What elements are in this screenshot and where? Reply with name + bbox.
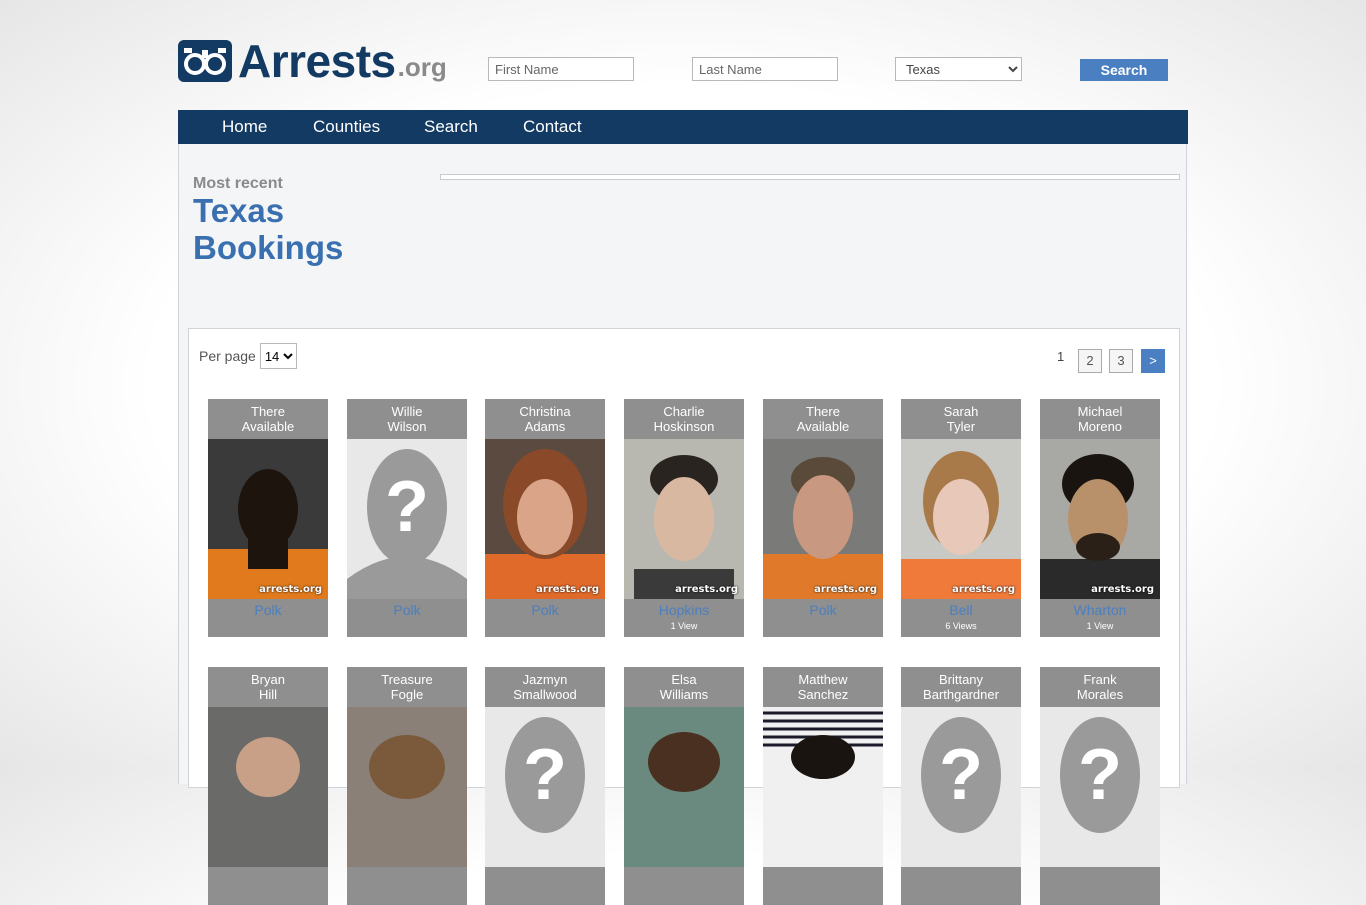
booking-card[interactable]: Brittany Barthgardner ? <box>901 667 1021 905</box>
county-link[interactable]: Polk <box>485 602 605 618</box>
mugshot-photo[interactable] <box>208 707 328 867</box>
nav-contact[interactable]: Contact <box>523 110 582 143</box>
watermark: arrests.org <box>536 584 599 595</box>
booking-name: Christina Adams <box>519 404 571 434</box>
handcuffs-logo-icon <box>178 40 232 82</box>
page-3-button[interactable]: 3 <box>1109 349 1133 373</box>
no-photo-placeholder[interactable]: ? <box>1040 707 1160 867</box>
booking-card[interactable]: Bryan Hill <box>208 667 328 905</box>
last-name-input[interactable] <box>692 57 838 81</box>
booking-name: There Available <box>241 404 295 434</box>
most-recent-label: Most recent <box>193 175 283 192</box>
mugshot-photo[interactable]: arrests.org <box>208 439 328 599</box>
booking-name: Matthew Sanchez <box>797 672 849 702</box>
svg-text:?: ? <box>385 467 429 547</box>
booking-name: Frank Morales <box>1076 672 1124 702</box>
booking-card[interactable]: Matthew Sanchez <box>763 667 883 905</box>
booking-card[interactable]: Frank Morales ? <box>1040 667 1160 905</box>
title-line-1: Texas <box>193 192 285 229</box>
booking-card[interactable]: Michael Moreno arrests.org Wharton 1 View <box>1040 399 1160 637</box>
view-count: 1 View <box>670 621 698 631</box>
county-link[interactable]: Wharton <box>1040 602 1160 618</box>
booking-card[interactable]: Sarah Tyler arrests.org Bell 6 Views <box>901 399 1021 637</box>
booking-name: Sarah Tyler <box>943 404 979 434</box>
county-link[interactable]: Polk <box>208 602 328 618</box>
booking-name: Jazmyn Smallwood <box>513 672 577 702</box>
view-count: 1 View <box>1086 621 1114 631</box>
county-link[interactable]: Hopkins <box>624 602 744 618</box>
next-page-button[interactable]: > <box>1141 349 1165 373</box>
booking-card[interactable]: Willie Wilson ? Polk <box>347 399 467 637</box>
mugshot-photo[interactable] <box>347 707 467 867</box>
no-photo-placeholder[interactable]: ? <box>347 439 467 599</box>
nav-counties[interactable]: Counties <box>313 110 380 143</box>
first-name-input[interactable] <box>488 57 634 81</box>
mugshot-photo[interactable] <box>624 707 744 867</box>
booking-card[interactable]: Treasure Fogle <box>347 667 467 905</box>
no-photo-placeholder[interactable]: ? <box>485 707 605 867</box>
mugshot-photo[interactable]: arrests.org <box>1040 439 1160 599</box>
booking-card[interactable]: There Available arrests.org Polk <box>208 399 328 637</box>
booking-name: Charlie Hoskinson <box>653 404 715 434</box>
county-link[interactable]: Polk <box>763 602 883 618</box>
watermark: arrests.org <box>675 584 738 595</box>
mugshot-photo[interactable]: arrests.org <box>624 439 744 599</box>
per-page-control: Per page 14 <box>199 343 297 369</box>
watermark: arrests.org <box>1091 584 1154 595</box>
nav-search[interactable]: Search <box>424 110 478 143</box>
booking-name: Willie Wilson <box>387 404 427 434</box>
page-2-button[interactable]: 2 <box>1078 349 1102 373</box>
search-button[interactable]: Search <box>1080 59 1168 81</box>
booking-name: Brittany Barthgardner <box>923 672 999 702</box>
booking-name: Bryan Hill <box>251 672 285 702</box>
booking-name: There Available <box>796 404 850 434</box>
booking-name: Elsa Williams <box>659 672 709 702</box>
booking-name: Treasure Fogle <box>381 672 433 702</box>
state-select[interactable]: Texas <box>895 57 1022 81</box>
watermark: arrests.org <box>814 584 877 595</box>
booking-card[interactable]: Christina Adams arrests.org Polk <box>485 399 605 637</box>
main-nav: Home Counties Search Contact <box>178 110 1188 144</box>
booking-card[interactable]: Elsa Williams <box>624 667 744 905</box>
title-line-2: Bookings <box>193 229 344 266</box>
nav-home[interactable]: Home <box>222 110 267 143</box>
booking-card[interactable]: Charlie Hoskinson arrests.org Hopkins 1 V… <box>624 399 744 637</box>
county-link[interactable]: Polk <box>347 602 467 618</box>
booking-card[interactable]: Jazmyn Smallwood ? <box>485 667 605 905</box>
county-link[interactable]: Bell <box>901 602 1021 618</box>
ad-banner <box>440 174 1180 180</box>
site-header: Arrests .org Texas Search <box>178 36 1188 86</box>
bookings-panel: Per page 14 1 2 3 > There Available arres… <box>188 328 1180 905</box>
per-page-select[interactable]: 14 <box>259 343 297 369</box>
per-page-label: Per page <box>199 348 256 364</box>
no-photo-placeholder[interactable]: ? <box>901 707 1021 867</box>
watermark: arrests.org <box>259 584 322 595</box>
logo-word: Arrests <box>238 35 396 87</box>
mugshot-photo[interactable]: arrests.org <box>901 439 1021 599</box>
site-logo[interactable]: Arrests .org <box>178 35 447 87</box>
logo-extension: .org <box>397 52 447 82</box>
view-count: 6 Views <box>945 621 977 631</box>
mugshot-photo[interactable]: arrests.org <box>485 439 605 599</box>
booking-name: Michael Moreno <box>1077 404 1123 434</box>
page-current: 1 <box>1057 349 1065 364</box>
svg-text:?: ? <box>1078 735 1122 815</box>
mugshot-photo[interactable]: arrests.org <box>763 439 883 599</box>
main-content: Most recent Texas Bookings Per page 14 1… <box>178 144 1187 905</box>
page-title: Texas Bookings <box>193 192 393 266</box>
booking-card[interactable]: There Available arrests.org Polk <box>763 399 883 637</box>
svg-text:?: ? <box>523 735 567 815</box>
svg-text:?: ? <box>939 735 983 815</box>
mugshot-photo[interactable] <box>763 707 883 867</box>
watermark: arrests.org <box>952 584 1015 595</box>
